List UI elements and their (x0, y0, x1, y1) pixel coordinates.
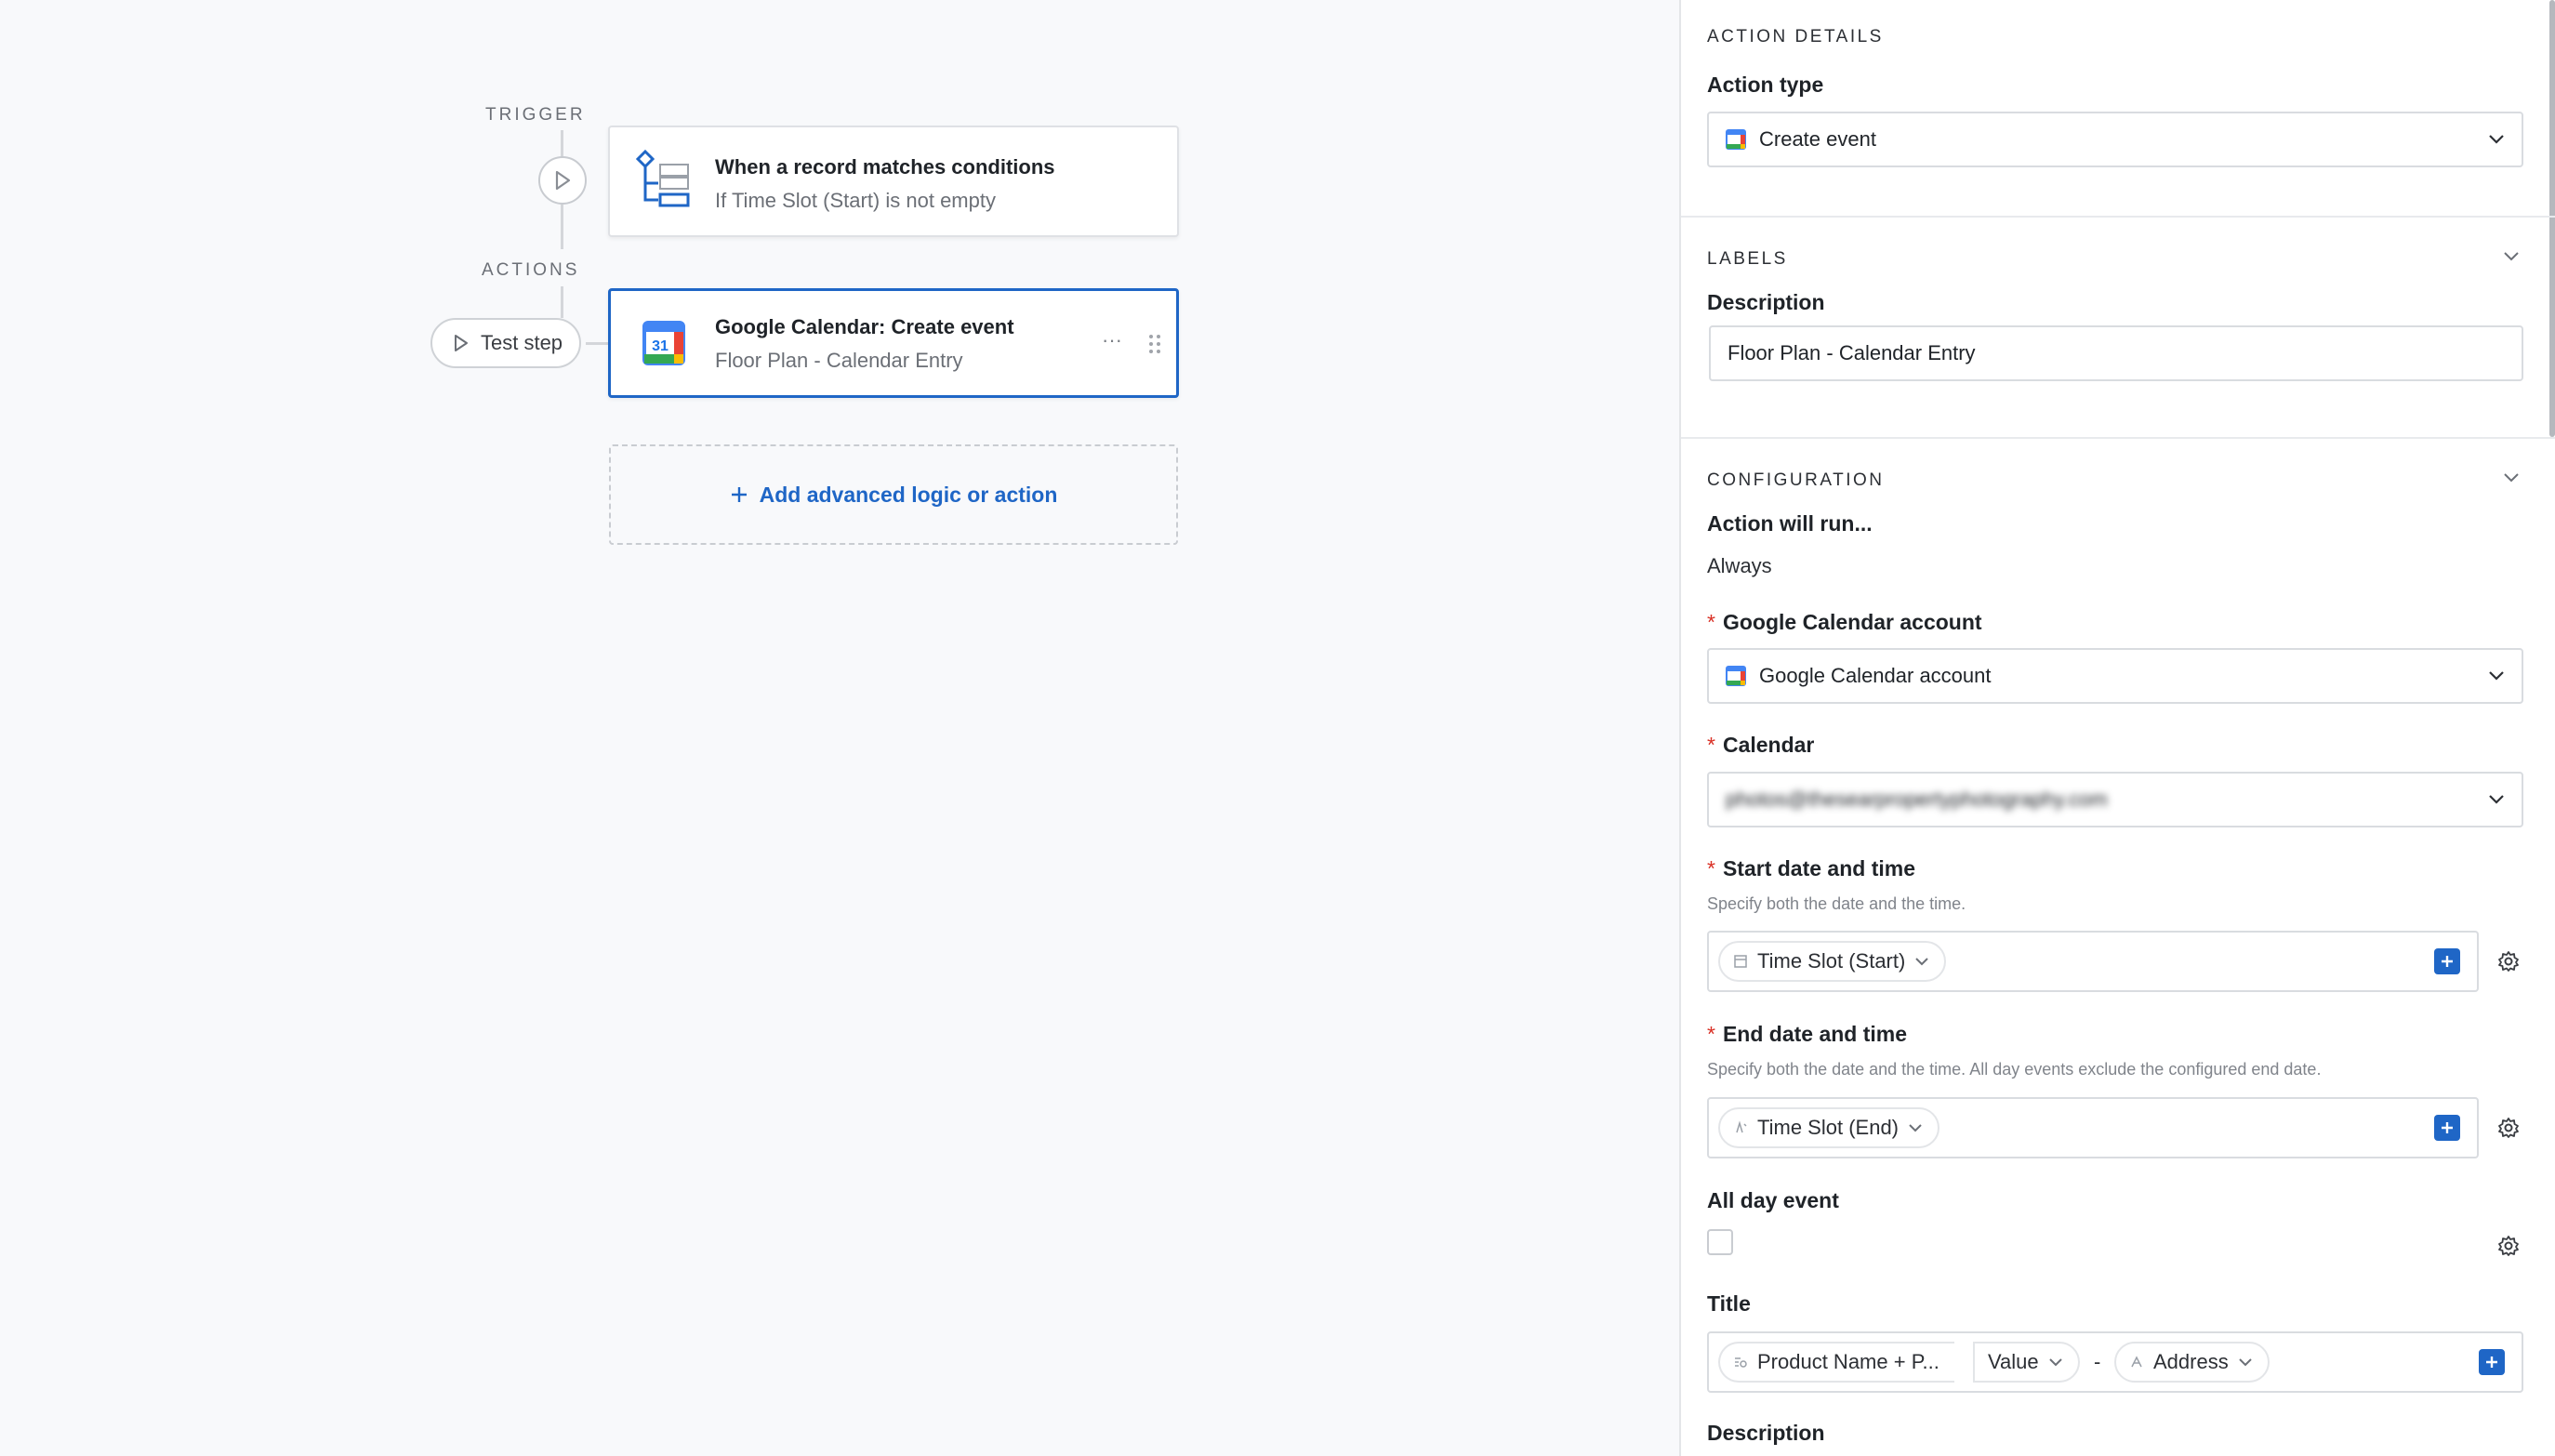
record-conditions-icon (636, 149, 690, 207)
action-type-value: Create event (1759, 127, 1876, 151)
chevron-down-icon (1915, 958, 1929, 966)
start-date-help: Specify both the date and the time. (1707, 894, 1966, 913)
collapse-configuration-chevron-icon[interactable] (2503, 472, 2520, 483)
chevron-down-icon (2239, 1358, 2252, 1367)
trigger-card-subtitle: If Time Slot (Start) is not empty (715, 189, 996, 212)
action-will-run-value: Always (1707, 554, 1772, 577)
end-date-label: * End date and time (1707, 1022, 1908, 1046)
google-calendar-icon: 31 (642, 321, 685, 365)
title-token-address[interactable]: Address (2114, 1342, 2270, 1383)
title-token-product-label: Product Name + P... (1757, 1350, 1939, 1373)
chevron-down-icon (2489, 671, 2504, 681)
add-action-button[interactable]: Add advanced logic or action (609, 444, 1178, 545)
action-card[interactable]: 31 Google Calendar: Create event Floor P… (608, 288, 1179, 398)
collapse-labels-chevron-icon[interactable] (2503, 251, 2520, 262)
title-token-product[interactable]: Product Name + P... (1718, 1342, 1954, 1383)
formula-icon (1736, 1120, 1747, 1133)
connector-line (561, 286, 563, 318)
plus-icon (2486, 1357, 2497, 1368)
chevron-down-icon (2489, 135, 2504, 144)
run-trigger-button[interactable] (538, 156, 587, 205)
end-date-field[interactable]: Time Slot (End) (1707, 1097, 2479, 1158)
more-options-icon[interactable]: ··· (1102, 328, 1122, 352)
end-date-token[interactable]: Time Slot (End) (1718, 1107, 1940, 1148)
labels-heading: LABELS (1707, 249, 1788, 269)
account-value: Google Calendar account (1759, 664, 1992, 687)
gear-icon (2498, 951, 2519, 972)
trigger-card-title: When a record matches conditions (715, 155, 1055, 179)
google-calendar-icon (1726, 666, 1746, 686)
title-token-value-label: Value (1988, 1350, 2039, 1373)
play-icon (455, 335, 468, 351)
trigger-section-label: TRIGGER (485, 105, 586, 125)
google-calendar-icon (1726, 129, 1746, 150)
insert-field-button[interactable] (2434, 948, 2460, 974)
connector-line (561, 205, 563, 249)
insert-field-button[interactable] (2434, 1115, 2460, 1141)
lookup-icon (1735, 1357, 1747, 1368)
action-card-title: Google Calendar: Create event (715, 315, 1014, 338)
calendar-value: photos@thesearpropertyphotography.com (1726, 788, 2108, 811)
plus-icon (2442, 956, 2453, 967)
all-day-label: All day event (1707, 1188, 1839, 1212)
insert-field-button[interactable] (2479, 1349, 2505, 1375)
account-select[interactable]: Google Calendar account (1707, 648, 2523, 704)
text-field-icon (2131, 1356, 2142, 1368)
configuration-heading: CONFIGURATION (1707, 470, 1885, 490)
all-day-settings-button[interactable] (2495, 1233, 2522, 1259)
test-step-button[interactable]: Test step (430, 318, 582, 368)
end-date-token-label: Time Slot (End) (1757, 1116, 1900, 1139)
action-details-panel: ACTION DETAILS Action type Create event … (1679, 0, 2555, 1456)
chevron-down-icon (2048, 1358, 2062, 1367)
svg-text:31: 31 (652, 338, 669, 354)
title-separator: - (2094, 1350, 2101, 1373)
action-will-run-label: Action will run... (1707, 511, 1873, 536)
action-type-select[interactable]: Create event (1707, 112, 2523, 167)
end-date-settings-button[interactable] (2495, 1115, 2522, 1141)
play-icon (555, 170, 571, 191)
title-token-address-label: Address (2153, 1350, 2229, 1373)
description-input[interactable]: Floor Plan - Calendar Entry (1709, 325, 2523, 381)
end-date-help: Specify both the date and the time. All … (1707, 1060, 2322, 1079)
drag-handle-icon[interactable] (1148, 334, 1161, 354)
start-date-token-label: Time Slot (Start) (1757, 949, 1906, 973)
section-divider (1681, 216, 2555, 218)
action-card-subtitle: Floor Plan - Calendar Entry (715, 349, 963, 372)
account-label: * Google Calendar account (1707, 610, 1982, 634)
title-label: Title (1707, 1291, 1751, 1316)
panel-scrollbar[interactable] (2549, 0, 2555, 437)
calendar-select[interactable]: photos@thesearpropertyphotography.com (1707, 772, 2523, 827)
test-step-label: Test step (481, 331, 563, 354)
plus-icon (2442, 1122, 2453, 1133)
start-date-token[interactable]: Time Slot (Start) (1718, 941, 1947, 982)
plus-icon (731, 487, 747, 502)
all-day-checkbox[interactable] (1707, 1229, 1733, 1255)
chevron-down-icon (1909, 1124, 1922, 1132)
start-date-field[interactable]: Time Slot (Start) (1707, 931, 2479, 992)
chevron-down-icon (2489, 795, 2504, 804)
action-details-heading: ACTION DETAILS (1707, 27, 1884, 46)
calendar-label: * Calendar (1707, 733, 1815, 757)
title-field[interactable]: Product Name + P... Value - Address (1707, 1331, 2523, 1393)
action-type-label: Action type (1707, 73, 1824, 97)
section-divider (1681, 437, 2555, 439)
add-action-label: Add advanced logic or action (759, 482, 1058, 507)
workflow-canvas: TRIGGER When a record matches conditions… (0, 0, 1679, 1456)
gear-icon (2498, 1118, 2519, 1138)
start-date-settings-button[interactable] (2495, 948, 2522, 974)
gear-icon (2498, 1236, 2519, 1256)
title-token-value[interactable]: Value (1973, 1342, 2080, 1383)
event-description-label: Description (1707, 1421, 1825, 1445)
connector-line (586, 342, 608, 345)
calendar-field-icon (1734, 955, 1747, 968)
actions-section-label: ACTIONS (482, 260, 580, 280)
description-label: Description (1707, 290, 1825, 314)
trigger-card[interactable]: When a record matches conditions If Time… (608, 126, 1179, 237)
start-date-label: * Start date and time (1707, 856, 1915, 880)
